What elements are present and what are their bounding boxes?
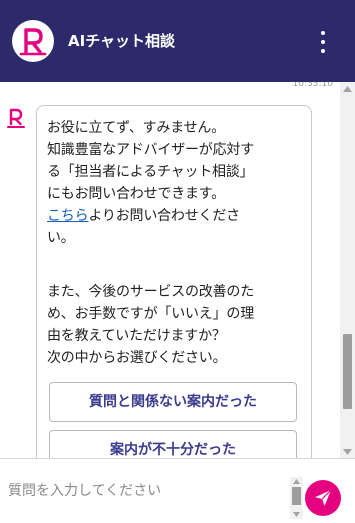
scrollbar-thumb[interactable] bbox=[343, 334, 352, 409]
bot-avatar-icon bbox=[7, 107, 25, 129]
message-timestamp: 10:35:10 bbox=[292, 82, 333, 89]
choice-button-insufficient[interactable]: 案内が不十分だった bbox=[49, 430, 297, 458]
message-line: い。 bbox=[47, 230, 75, 246]
paper-plane-icon bbox=[315, 489, 332, 506]
message-line: め、お手数ですが「いいえ」の理 bbox=[47, 306, 254, 322]
choice-button-irrelevant[interactable]: 質問と関係ない案内だった bbox=[49, 382, 297, 422]
question-input[interactable] bbox=[0, 460, 290, 522]
message-line: こちらよりお問い合わせくださ bbox=[47, 205, 303, 227]
send-button[interactable] bbox=[305, 480, 341, 516]
message-line: にもお問い合わせできます。 bbox=[47, 186, 225, 202]
survey-question-text: また、今後のサービスの改善のた め、お手数ですが「いいえ」の理 由を教えていただ… bbox=[47, 281, 303, 369]
input-scroll-down-icon[interactable] bbox=[293, 512, 300, 517]
input-scrollbar-thumb[interactable] bbox=[292, 487, 301, 505]
message-line: 由を教えていただけますか？ bbox=[47, 328, 226, 344]
bot-message-text: お役に立てず、すみません。 知識豊富なアドバイザーが応対す る「担当者によるチャ… bbox=[47, 117, 303, 249]
chat-log: 10:35:10 お役に立てず、すみません。 知識豊富なアドバイザーが応対す る… bbox=[0, 82, 355, 458]
input-scrollbar[interactable] bbox=[290, 477, 303, 519]
message-line: る「担当者によるチャット相談」 bbox=[47, 164, 254, 180]
kebab-menu-icon[interactable] bbox=[313, 29, 333, 55]
contact-link[interactable]: こちら bbox=[47, 208, 89, 224]
scroll-up-arrow-icon[interactable] bbox=[340, 82, 355, 95]
message-line: 次の中からお選びください。 bbox=[47, 350, 227, 366]
bot-message-bubble: お役に立てず、すみません。 知識豊富なアドバイザーが応対す る「担当者によるチャ… bbox=[36, 105, 312, 458]
rakuten-logo bbox=[12, 20, 54, 62]
scroll-down-arrow-icon[interactable] bbox=[340, 445, 355, 458]
message-line: また、今後のサービスの改善のた bbox=[47, 284, 254, 300]
message-line: 知識豊富なアドバイザーが応対す bbox=[47, 142, 254, 158]
chat-scrollbar[interactable] bbox=[340, 82, 355, 458]
link-suffix-text: よりお問い合わせくださ bbox=[88, 208, 240, 224]
rakuten-r-icon bbox=[19, 28, 47, 56]
input-scroll-up-icon[interactable] bbox=[293, 479, 300, 484]
message-line: お役に立てず、すみません。 bbox=[47, 120, 225, 136]
chat-header: AIチャット相談 bbox=[0, 0, 355, 82]
chat-title: AIチャット相談 bbox=[68, 32, 176, 50]
message-composer bbox=[0, 458, 355, 523]
